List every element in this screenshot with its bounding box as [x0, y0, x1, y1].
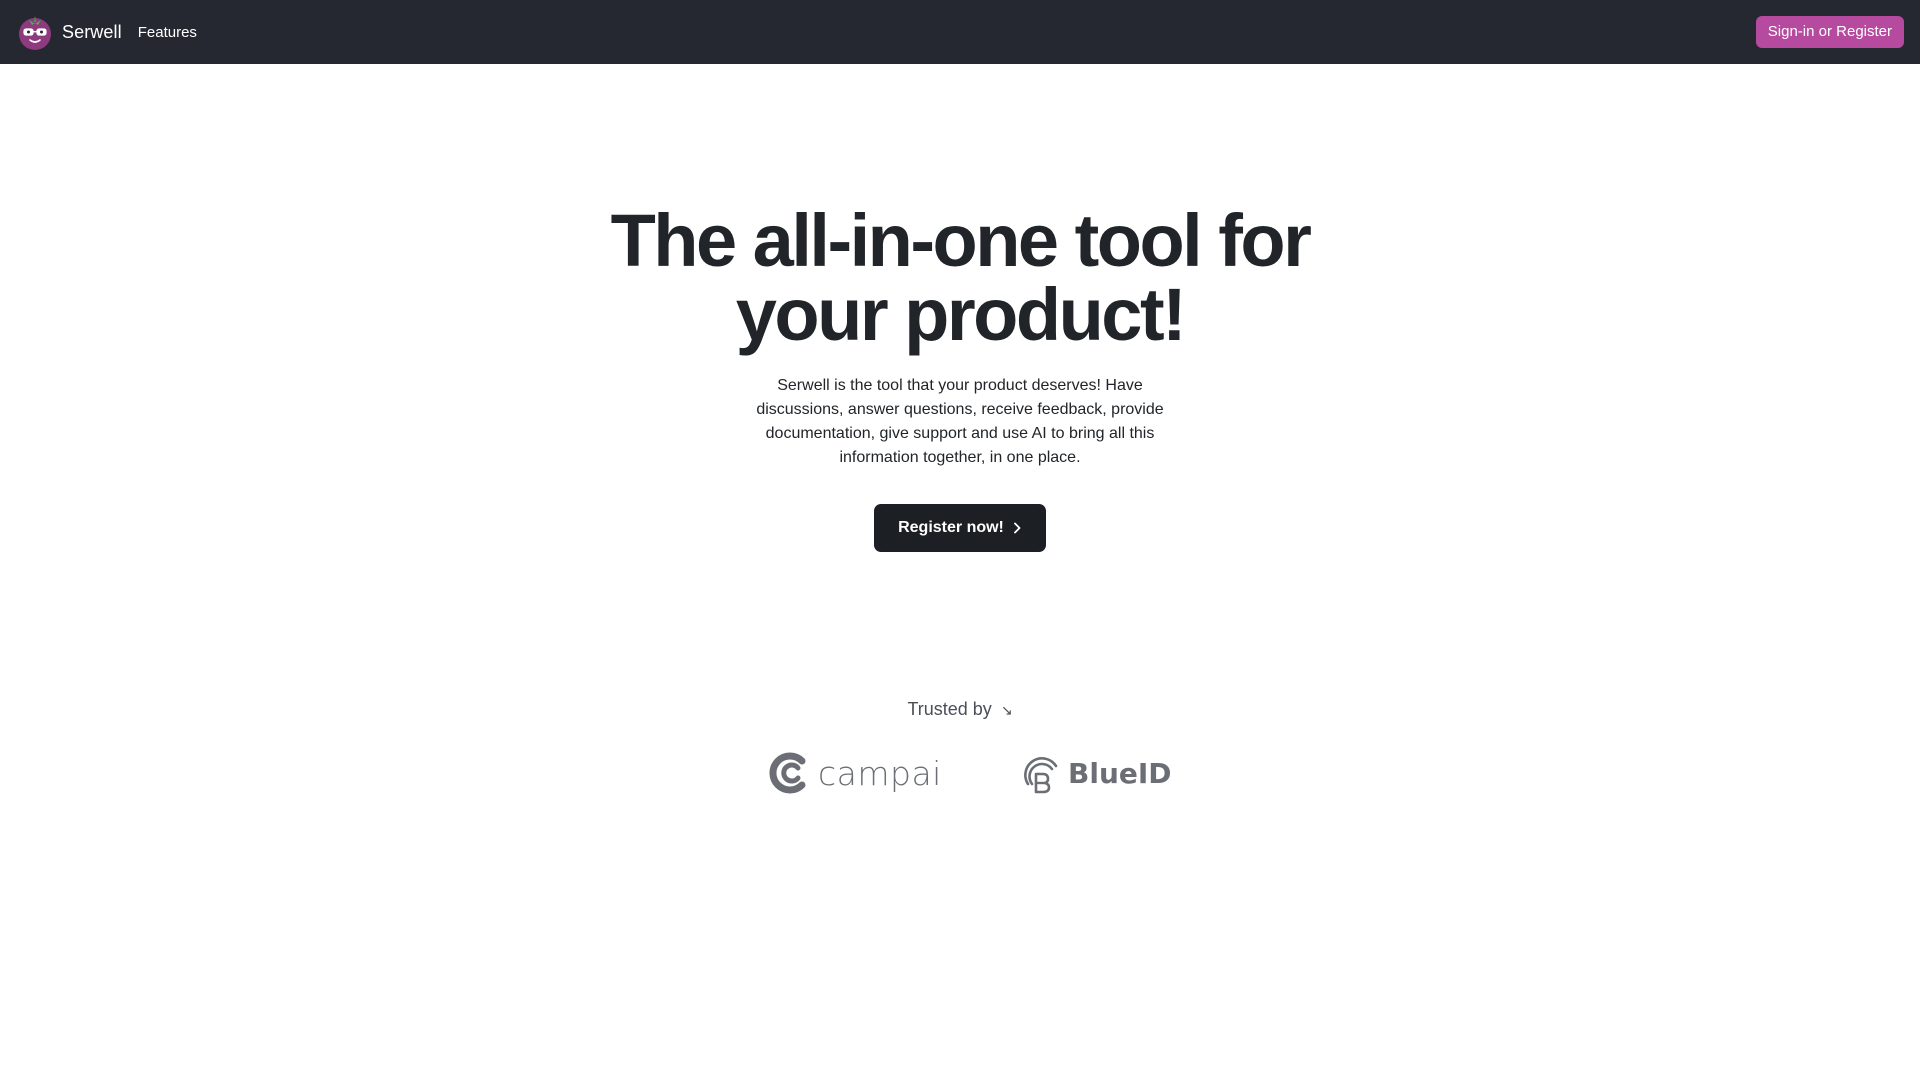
serwell-berry-logo-icon [19, 16, 51, 50]
signin-register-button[interactable]: Sign-in or Register [1755, 16, 1904, 48]
hero-title: The all-in-one tool for your product! [610, 199, 1312, 356]
register-now-label: Register now! [898, 519, 1004, 536]
top-navbar: Serwell Features Sign-in or Register [0, 0, 1920, 64]
arrow-down-right-icon: ↘ [1000, 702, 1013, 718]
blueid-logo-icon [1024, 757, 1058, 794]
hero-description: Serwell is the tool that your product de… [756, 377, 1164, 466]
brand-name: Serwell [62, 21, 122, 42]
campai-logo: campai [768, 748, 942, 798]
blueid-wordmark: BlueID [1068, 756, 1172, 790]
blueid-logo: BlueID [1022, 748, 1172, 798]
chevron-right-icon [1013, 522, 1021, 534]
trusted-logos: campai BlueID [0, 748, 1920, 798]
register-now-button[interactable]: Register now! [874, 504, 1046, 552]
trusted-by-label: Trusted by [907, 699, 992, 719]
campai-wordmark: campai [818, 753, 942, 793]
trusted-by-heading: Trusted by ↘ [0, 699, 1920, 720]
nav-link-features[interactable]: Features [138, 24, 197, 41]
brand-link[interactable]: Serwell [16, 13, 122, 51]
campai-logo-icon [769, 752, 806, 794]
